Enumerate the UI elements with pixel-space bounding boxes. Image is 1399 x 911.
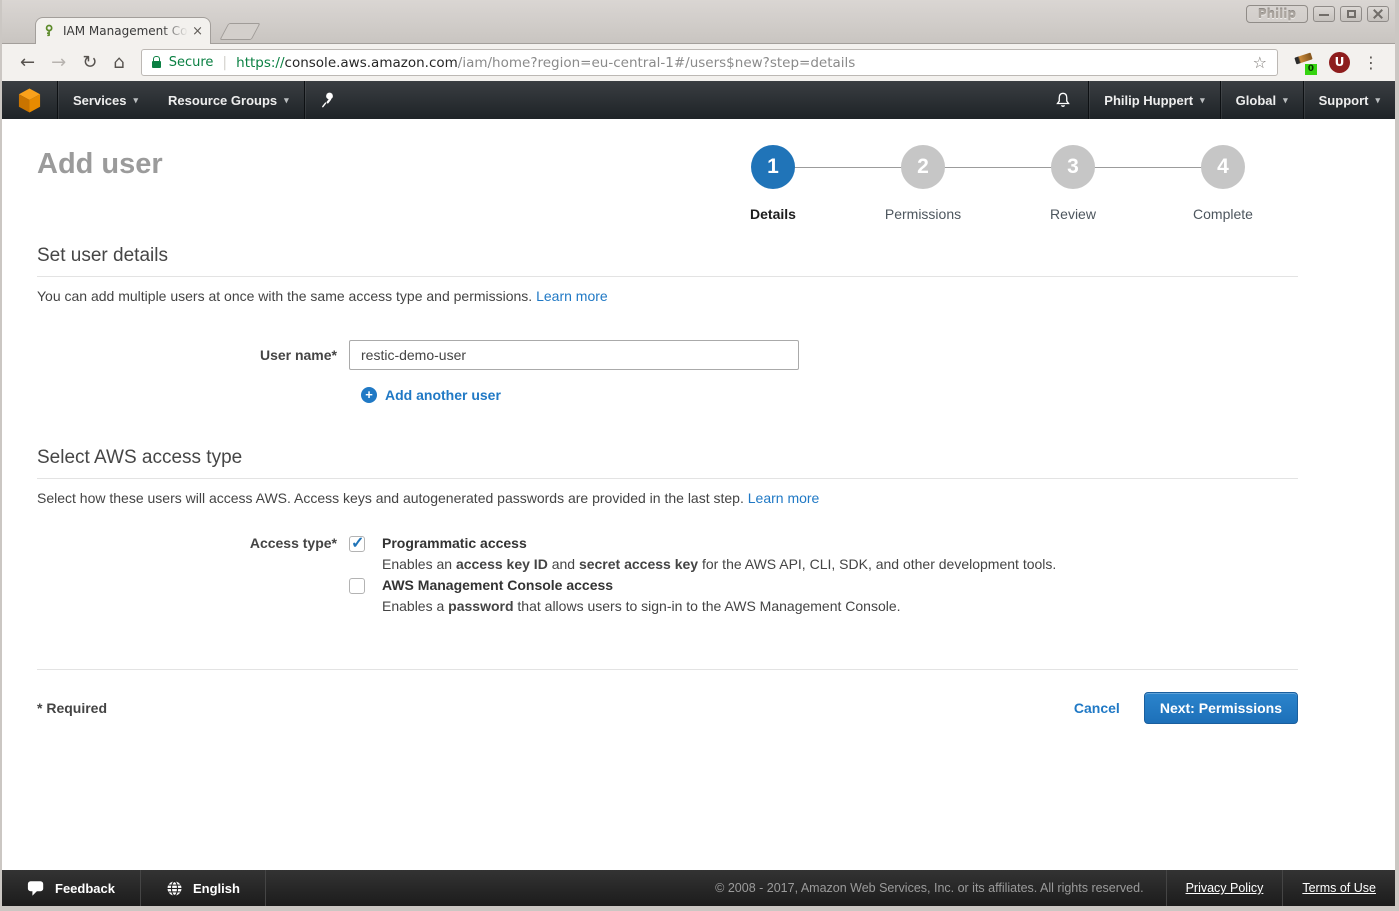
programmatic-access-checkbox[interactable]: ✓ [349,536,365,552]
learn-more-link[interactable]: Learn more [536,288,608,304]
page-title: Add user [37,148,163,181]
browser-window: Philip IAM Management Co × ← → ↻ ⌂ Secur… [0,0,1399,911]
address-bar[interactable]: Secure | https://console.aws.amazon.com/… [141,49,1278,76]
next-permissions-button[interactable]: Next: Permissions [1144,692,1298,724]
option-description: Enables a password that allows users to … [382,596,901,617]
main-content: Add user 1 Details 2 Permissions 3 Revie… [2,119,1395,870]
chevron-down-icon: ▾ [134,95,139,106]
services-menu[interactable]: Services ▾ [58,81,153,119]
select-access-type-heading: Select AWS access type [37,447,1298,479]
step-complete: 4 Complete [1148,145,1298,222]
aws-navbar: Services ▾ Resource Groups ▾ Philip Hupp… [2,81,1395,119]
add-another-user-link[interactable]: + Add another user [361,387,1298,403]
option-description: Enables an access key ID and secret acce… [382,554,1056,575]
secure-label: Secure [169,55,214,70]
copyright-text: © 2008 - 2017, Amazon Web Services, Inc.… [693,870,1165,906]
chevron-down-icon: ▾ [1375,95,1380,106]
bookmark-star-icon[interactable]: ☆ [1253,53,1267,72]
user-details-intro: You can add multiple users at once with … [37,288,1298,304]
terms-of-use-link[interactable]: Terms of Use [1283,870,1395,906]
notifications-bell-icon[interactable] [1038,81,1088,119]
step-review: 3 Review [998,145,1148,222]
resource-groups-menu[interactable]: Resource Groups ▾ [153,81,304,119]
window-chrome: Philip IAM Management Co × [2,0,1395,44]
access-type-options: ✓ Programmatic access Enables an access … [349,533,1056,617]
region-menu[interactable]: Global ▾ [1221,81,1303,119]
step-details: 1 Details [698,145,848,222]
language-link[interactable]: English [141,870,265,906]
step-permissions: 2 Permissions [848,145,998,222]
cancel-link[interactable]: Cancel [1074,700,1120,716]
browser-toolbar: ← → ↻ ⌂ Secure | https://console.aws.ama… [2,44,1395,81]
browser-menu-icon[interactable]: ⋮ [1363,53,1379,72]
back-button[interactable]: ← [20,54,35,72]
chevron-down-icon: ▾ [1200,95,1205,106]
username-label: User name* [37,340,349,370]
url-scheme: https:// [236,55,284,71]
new-tab-button[interactable] [219,23,260,40]
bottom-divider [37,669,1298,670]
access-type-intro: Select how these users will access AWS. … [37,490,1298,506]
chevron-down-icon: ▾ [1283,95,1288,106]
url-text[interactable]: https://console.aws.amazon.com/iam/home?… [236,55,1245,71]
minimize-button[interactable] [1313,6,1335,22]
tab-title: IAM Management Co [63,24,188,38]
reload-button[interactable]: ↻ [82,54,97,72]
required-note: * Required [37,700,107,716]
forward-button[interactable]: → [51,54,66,72]
speech-bubble-icon [27,880,45,897]
site-footer: Feedback English © 2008 - 2017, Amazon W… [2,870,1395,906]
window-titlebar[interactable]: Philip [2,0,1395,24]
extension-icon[interactable]: 0 [1293,51,1315,75]
browser-tab[interactable]: IAM Management Co × [35,17,211,44]
home-button[interactable]: ⌂ [113,54,124,72]
step-indicator: 1 Details 2 Permissions 3 Review 4 Compl… [698,145,1298,241]
url-host: console.aws.amazon.com [285,55,458,71]
learn-more-link[interactable]: Learn more [748,490,820,506]
plus-icon: + [361,387,377,403]
secure-lock-icon [152,61,161,68]
pin-shortcut-icon[interactable] [305,81,351,119]
close-button[interactable] [1367,6,1389,22]
ublock-extension-icon[interactable]: U [1329,52,1350,73]
access-type-label: Access type* [37,533,349,617]
maximize-button[interactable] [1340,6,1362,22]
extension-badge: 0 [1305,64,1317,75]
iam-key-favicon [43,24,57,38]
support-menu[interactable]: Support ▾ [1304,81,1395,119]
aws-logo[interactable] [2,81,57,119]
footer-divider [265,870,266,906]
window-user-label: Philip [1246,5,1308,23]
omnibox-separator: | [222,55,227,71]
username-input[interactable] [349,340,799,370]
tab-close-icon[interactable]: × [188,25,203,38]
feedback-link[interactable]: Feedback [2,870,140,906]
option-title: Programmatic access [382,533,1056,554]
globe-icon [166,880,183,897]
url-path: /iam/home?region=eu-central-1#/users$new… [458,55,856,71]
privacy-policy-link[interactable]: Privacy Policy [1167,870,1283,906]
console-access-checkbox[interactable] [349,578,365,594]
user-menu[interactable]: Philip Huppert ▾ [1089,81,1219,119]
console-access-option: AWS Management Console access Enables a … [349,575,1056,617]
programmatic-access-option: ✓ Programmatic access Enables an access … [349,533,1056,575]
set-user-details-heading: Set user details [37,245,1298,277]
chevron-down-icon: ▾ [284,95,289,106]
option-title: AWS Management Console access [382,575,901,596]
extension-pencil-icon [1294,52,1312,64]
checkmark-icon: ✓ [351,533,364,553]
